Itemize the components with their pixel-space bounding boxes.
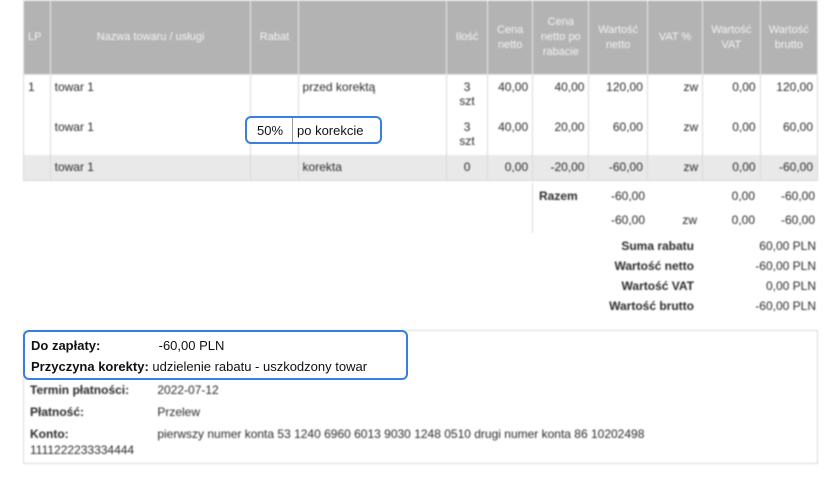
row-vat-rate: zw: [646, 74, 704, 115]
row-net: 60,00: [588, 114, 648, 155]
row-net: -60,00: [588, 154, 648, 181]
row-price: 40,00: [487, 114, 534, 155]
row-vat-rate: zw: [646, 114, 704, 155]
header-net: Wartość netto: [588, 0, 648, 75]
payment-method-label: Płatność:: [30, 405, 85, 419]
summary-row: Wartość brutto -60,00 PLN: [556, 299, 816, 319]
payment-account-value-line1: pierwszy numer konta 53 1240 6960 6013 9…: [157, 427, 645, 441]
to-pay-label: Do zapłaty:: [31, 338, 101, 353]
correction-reason-value: udzielenie rabatu - uszkodzony towar: [152, 359, 368, 374]
row-gross: 60,00: [759, 114, 819, 155]
invoice-summary: Suma rabatu 60,00 PLN Wartość netto -60,…: [556, 239, 816, 319]
row-kind: przed korektą: [297, 74, 448, 115]
row-lp: [23, 154, 51, 181]
summary-value: 0,00 PLN: [765, 279, 816, 293]
highlight-payment-reason: Do zapłaty: -60,00 PLN Przyczyna korekty…: [23, 330, 408, 380]
summary-value: -60,00 PLN: [755, 259, 816, 273]
razem-vat-rate-2: zw: [682, 213, 697, 227]
header-name: Nazwa towaru / usługi: [49, 0, 252, 75]
header-kind: [297, 0, 448, 75]
payment-term-row: Termin płatności: 2022-07-12: [30, 383, 219, 397]
row-kind: korekta: [297, 154, 448, 181]
row-unit: szt: [459, 94, 475, 108]
table-row: towar 1 korekta 0 0,00 -20,00 -60,00 zw …: [23, 154, 819, 181]
payment-account-label: Konto:: [30, 427, 69, 441]
header-price-after: Cena netto po rabacie: [532, 0, 590, 75]
razem-vat-2: 0,00: [731, 213, 755, 227]
table-row: towar 1 3 szt 40,00 20,00 60,00 zw 0,00 6…: [23, 114, 819, 155]
row-lp: 1: [23, 74, 51, 115]
summary-row: Wartość netto -60,00 PLN: [556, 259, 816, 279]
razem-gross-1: -60,00: [780, 189, 815, 203]
razem-gross-2: -60,00: [780, 213, 815, 227]
summary-value: 60,00 PLN: [759, 239, 816, 253]
payment-method-row: Płatność: Przelew: [30, 405, 200, 419]
payment-term-label: Termin płatności:: [30, 383, 130, 397]
header-price: Cena netto: [487, 0, 534, 75]
row-qty-value: 3: [463, 119, 471, 134]
to-pay-row: Do zapłaty: -60,00 PLN: [31, 338, 224, 353]
summary-value: -60,00 PLN: [755, 299, 816, 313]
row-name: towar 1: [49, 74, 252, 115]
after-correction-label: po korekcie: [297, 123, 364, 138]
row-rabat: [250, 154, 299, 181]
cell-divider: [292, 118, 293, 142]
summary-row: Wartość VAT 0,00 PLN: [556, 279, 816, 299]
row-gross: 120,00: [759, 74, 819, 115]
row-price: 40,00: [487, 74, 534, 115]
razem-label: Razem: [539, 189, 578, 203]
table-header-row: LP Nazwa towaru / usługi Rabat Ilość Cen…: [23, 0, 819, 75]
header-lp: LP: [23, 0, 51, 75]
correction-reason-row: Przyczyna korekty: udzielenie rabatu - u…: [31, 359, 367, 374]
razem-net-1: -60,00: [610, 189, 645, 203]
row-unit: szt: [459, 133, 475, 148]
payment-account-value-line2: 1111222233334444: [30, 443, 135, 457]
row-rabat: [250, 74, 299, 115]
summary-label: Wartość netto: [614, 259, 694, 273]
row-qty: 3 szt: [446, 74, 489, 115]
row-price-after: 20,00: [532, 114, 590, 155]
payment-account-row: Konto: pierwszy numer konta 53 1240 6960…: [30, 427, 644, 441]
row-qty: 3 szt: [446, 114, 489, 155]
summary-label: Wartość VAT: [621, 279, 694, 293]
row-vat-rate: zw: [646, 154, 704, 181]
correction-reason-label: Przyczyna korekty:: [31, 359, 149, 374]
summary-row: Suma rabatu 60,00 PLN: [556, 239, 816, 259]
discount-value: 50%: [257, 123, 284, 138]
row-price: 0,00: [487, 154, 534, 181]
header-qty: Ilość: [446, 0, 489, 75]
row-name: towar 1: [49, 114, 252, 155]
row-price-after: -20,00: [532, 154, 590, 181]
header-rabat: Rabat: [250, 0, 299, 75]
invoice-items-table: LP Nazwa towaru / usługi Rabat Ilość Cen…: [23, 0, 819, 181]
payment-term-value: 2022-07-12: [157, 383, 219, 397]
header-gross: Wartość brutto: [759, 0, 819, 75]
razem-block: Razem -60,00 0,00 -60,00 -60,00 zw 0,00 …: [532, 183, 818, 233]
highlight-discount-cell: 50% po korekcie: [245, 116, 382, 144]
razem-net-2: -60,00: [610, 213, 645, 227]
row-net: 120,00: [588, 74, 648, 115]
to-pay-value: -60,00 PLN: [158, 338, 225, 353]
row-qty-value: 3: [463, 80, 471, 94]
row-price-after: 40,00: [532, 74, 590, 115]
row-gross: -60,00: [759, 154, 819, 181]
row-vat: 0,00: [702, 74, 761, 115]
header-vat-rate: VAT %: [646, 0, 704, 75]
table-row: 1 towar 1 przed korektą 3 szt 40,00 40,00…: [23, 74, 819, 115]
row-qty: 0: [446, 154, 489, 181]
razem-vat-1: 0,00: [731, 189, 755, 203]
payment-method-value: Przelew: [157, 405, 201, 419]
row-name: towar 1: [49, 154, 252, 181]
summary-label: Suma rabatu: [621, 239, 694, 253]
row-vat: 0,00: [702, 154, 761, 181]
row-vat: 0,00: [702, 114, 761, 155]
summary-label: Wartość brutto: [609, 299, 694, 313]
header-vat: Wartość VAT: [702, 0, 761, 75]
row-lp: [23, 114, 51, 155]
